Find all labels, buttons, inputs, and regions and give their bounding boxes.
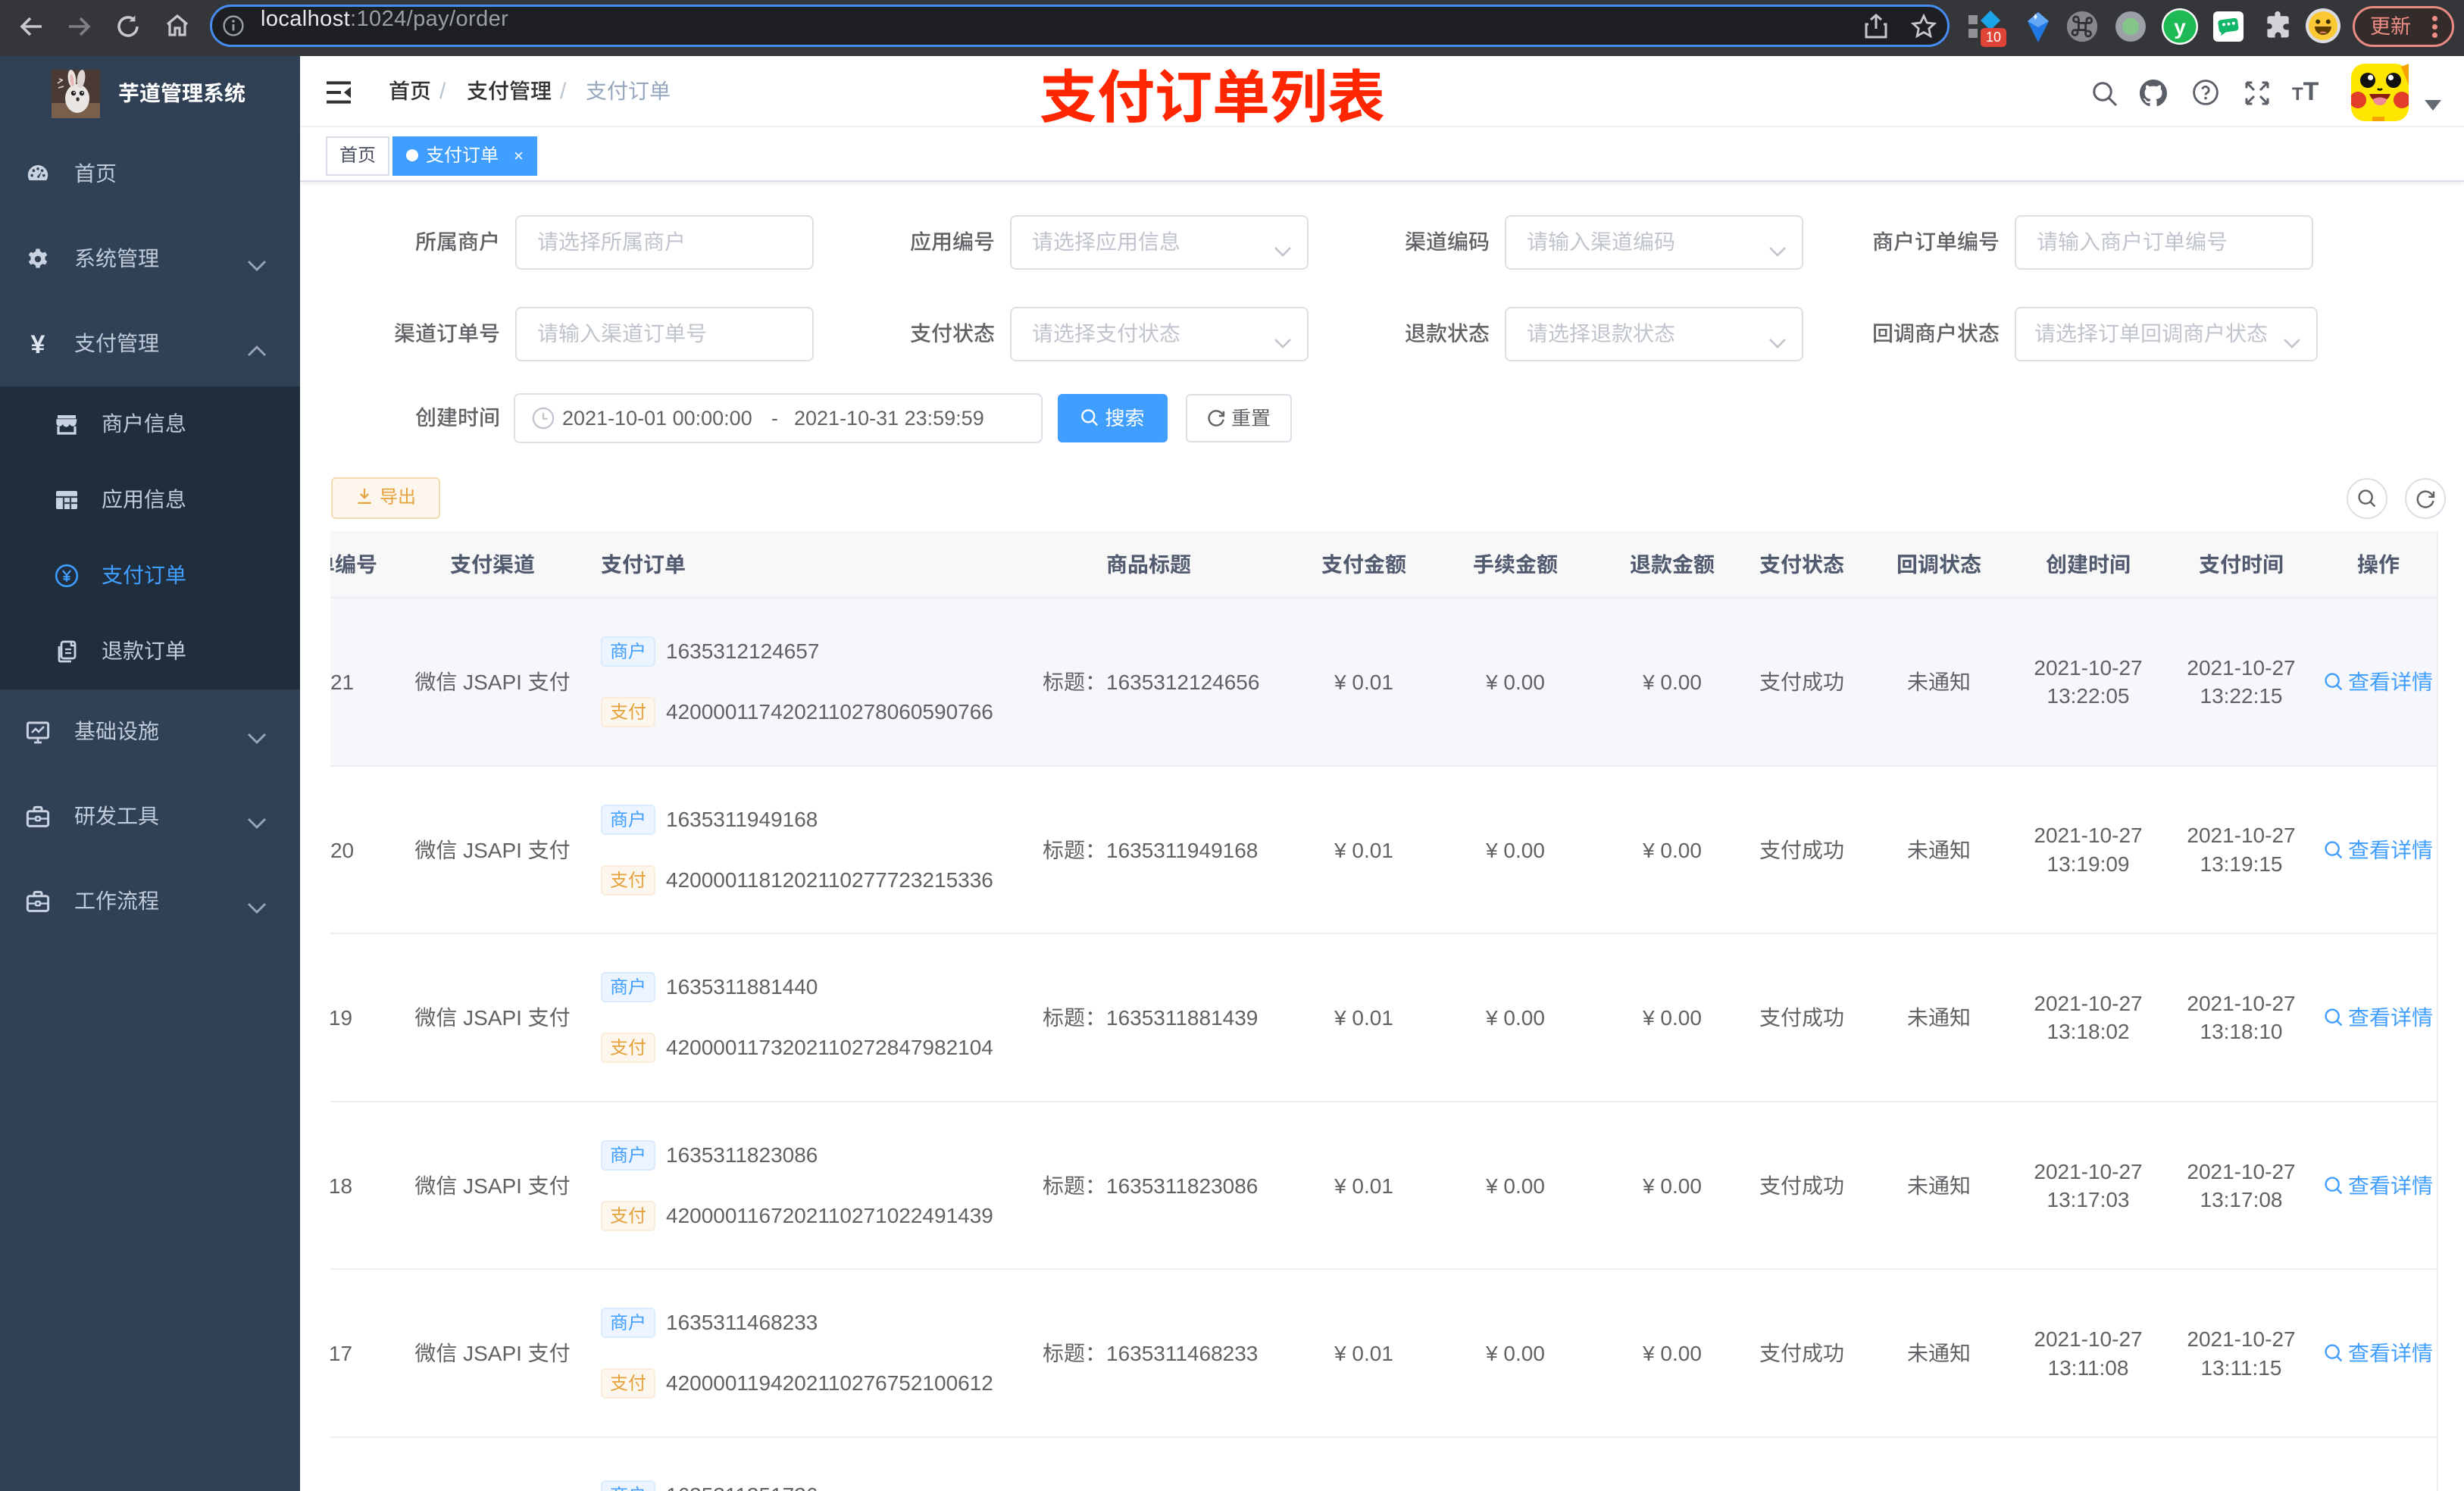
svg-text:¥: ¥ — [31, 330, 45, 359]
svg-text:y: y — [2174, 15, 2186, 39]
